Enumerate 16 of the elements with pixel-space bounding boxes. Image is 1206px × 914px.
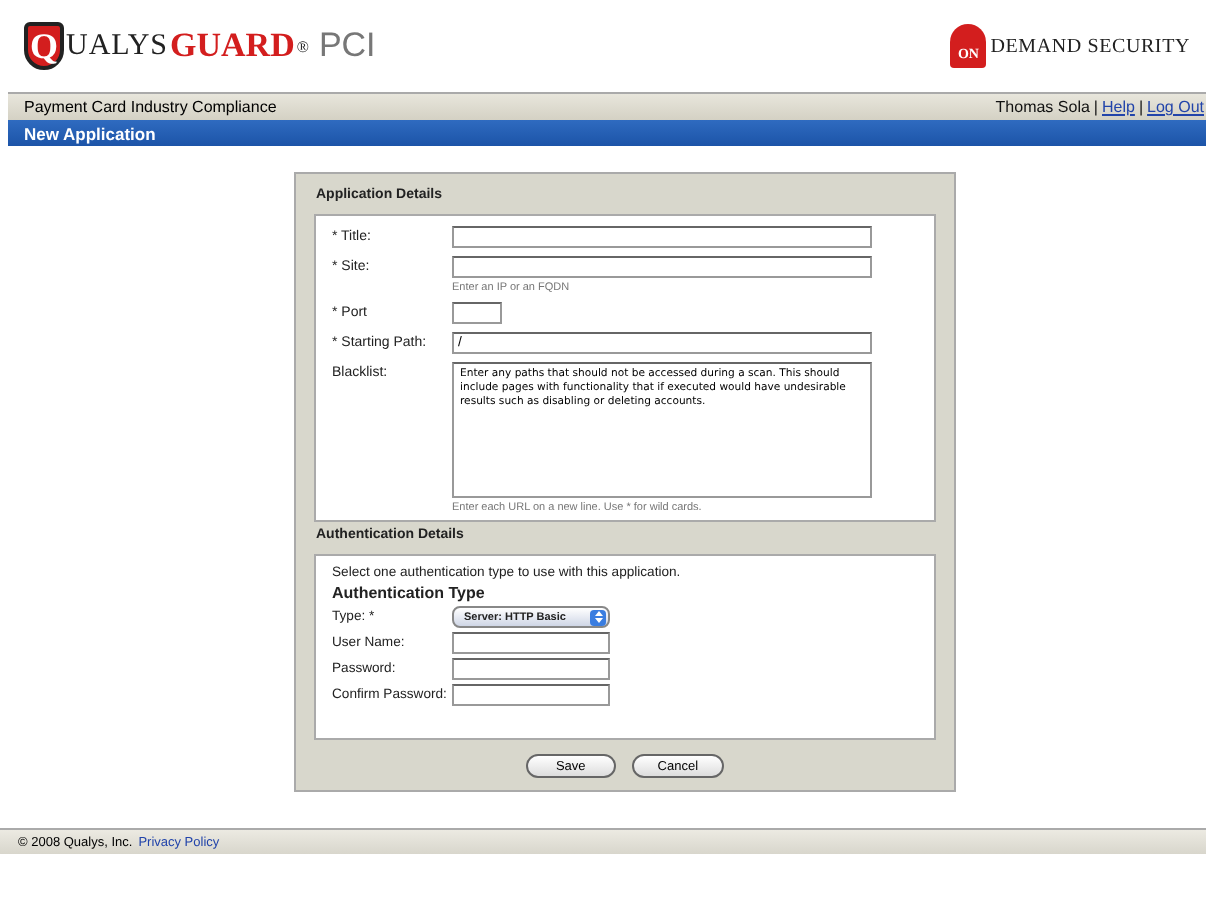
input-field[interactable] — [452, 684, 610, 706]
page-title: New Application — [8, 120, 1206, 146]
input-field[interactable] — [452, 632, 610, 654]
separator: | — [1138, 98, 1144, 116]
section-title: Payment Card Industry Compliance — [24, 98, 277, 116]
nav-link[interactable]: Help — [1102, 98, 1135, 116]
dropdown-arrow-icon — [590, 609, 606, 625]
nav-link[interactable]: Log Out — [1147, 98, 1204, 116]
user-name: Thomas Sola — [995, 98, 1090, 116]
qualysguard-logo: Q UALYSGUARD® PCI — [24, 22, 376, 70]
subsection-heading: Authentication Type — [332, 584, 487, 602]
separator: | — [1093, 98, 1098, 116]
input-field[interactable] — [452, 226, 872, 248]
input-field[interactable] — [452, 302, 502, 324]
input-field[interactable] — [452, 256, 872, 278]
input-field[interactable] — [452, 658, 610, 680]
